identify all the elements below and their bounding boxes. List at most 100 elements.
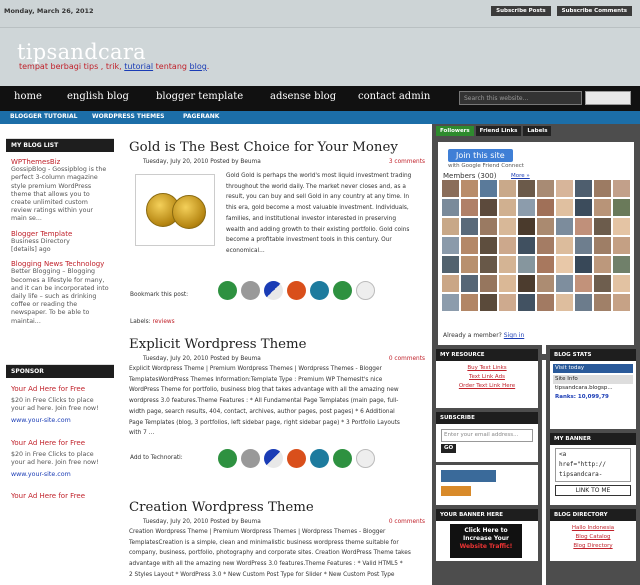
subscribe-go-button[interactable]: GO bbox=[441, 444, 457, 453]
avatar[interactable] bbox=[499, 256, 516, 273]
avatar[interactable] bbox=[594, 294, 611, 311]
nav-home[interactable]: home bbox=[14, 91, 42, 102]
avatar[interactable] bbox=[613, 218, 630, 235]
avatar[interactable] bbox=[461, 237, 478, 254]
sponsor-ad-url[interactable]: www.your-site.com bbox=[11, 471, 109, 479]
avatar[interactable] bbox=[613, 275, 630, 292]
subscribe-posts-link[interactable]: Subscribe Posts bbox=[491, 6, 551, 16]
avatar[interactable] bbox=[518, 199, 535, 216]
avatar[interactable] bbox=[594, 256, 611, 273]
nav-blogger-template[interactable]: blogger template bbox=[156, 91, 243, 102]
avatar[interactable] bbox=[613, 237, 630, 254]
avatar[interactable] bbox=[556, 237, 573, 254]
avatar[interactable] bbox=[480, 237, 497, 254]
digg-icon[interactable] bbox=[241, 281, 260, 300]
avatar[interactable] bbox=[518, 180, 535, 197]
avatar[interactable] bbox=[594, 199, 611, 216]
tab-friend-links[interactable]: Friend Links bbox=[475, 126, 522, 136]
avatar[interactable] bbox=[556, 218, 573, 235]
email-field[interactable]: Enter your email address... bbox=[441, 429, 533, 442]
avatar[interactable] bbox=[480, 218, 497, 235]
avatar[interactable] bbox=[518, 275, 535, 292]
avatar[interactable] bbox=[613, 199, 630, 216]
avatar[interactable] bbox=[442, 275, 459, 292]
subnav-pagerank[interactable]: PAGERANK bbox=[183, 113, 219, 120]
avatar[interactable] bbox=[499, 199, 516, 216]
order-text-link[interactable]: Order Text Link Here bbox=[441, 382, 533, 391]
avatar[interactable] bbox=[613, 256, 630, 273]
avatar[interactable] bbox=[461, 199, 478, 216]
search-input[interactable]: Search this website... bbox=[459, 91, 582, 105]
avatar[interactable] bbox=[480, 275, 497, 292]
digg-icon[interactable] bbox=[241, 449, 260, 468]
avatar[interactable] bbox=[537, 275, 554, 292]
post-title[interactable]: Creation Wordpress Theme bbox=[129, 500, 425, 515]
avatar[interactable] bbox=[537, 294, 554, 311]
technorati-icon[interactable] bbox=[310, 449, 329, 468]
avatar[interactable] bbox=[575, 256, 592, 273]
more-members-link[interactable]: More » bbox=[511, 173, 530, 179]
avatar[interactable] bbox=[556, 275, 573, 292]
avatar[interactable] bbox=[556, 256, 573, 273]
subnav-wordpress-themes[interactable]: WORDPRESS THEMES bbox=[92, 113, 165, 120]
avatar[interactable] bbox=[613, 180, 630, 197]
avatar[interactable] bbox=[480, 180, 497, 197]
avatar[interactable] bbox=[594, 218, 611, 235]
avatar[interactable] bbox=[499, 237, 516, 254]
feedburner-icon[interactable] bbox=[441, 486, 471, 496]
feed-badge-icon[interactable] bbox=[441, 470, 496, 482]
avatar[interactable] bbox=[537, 256, 554, 273]
label-reviews-link[interactable]: reviews bbox=[152, 319, 174, 325]
avatar[interactable] bbox=[556, 294, 573, 311]
avatar[interactable] bbox=[594, 237, 611, 254]
avatar[interactable] bbox=[537, 218, 554, 235]
subscribe-comments-link[interactable]: Subscribe Comments bbox=[556, 6, 632, 16]
avatar[interactable] bbox=[461, 180, 478, 197]
text-link-ads[interactable]: Text Link Ads bbox=[441, 373, 533, 382]
blog-list-item-title[interactable]: Blogger Template bbox=[11, 230, 109, 238]
avatar[interactable] bbox=[556, 199, 573, 216]
avatar[interactable] bbox=[480, 199, 497, 216]
delicious-icon[interactable] bbox=[264, 449, 283, 468]
site-url[interactable]: tipsandcara.blogsp... bbox=[553, 384, 633, 393]
stumbleupon-icon[interactable] bbox=[218, 281, 237, 300]
tab-followers[interactable]: Followers bbox=[436, 126, 474, 136]
reddit-orange-icon[interactable] bbox=[287, 281, 306, 300]
nav-contact-admin[interactable]: contact admin bbox=[358, 91, 430, 102]
sponsor-ad-url[interactable]: www.your-site.com bbox=[11, 417, 109, 425]
avatar[interactable] bbox=[518, 256, 535, 273]
stumbleupon-icon[interactable] bbox=[218, 449, 237, 468]
avatar[interactable] bbox=[537, 199, 554, 216]
sponsor-ad-title[interactable]: Your Ad Here for Free bbox=[11, 491, 109, 501]
directory-link[interactable]: Hallo Indonesia bbox=[555, 524, 631, 533]
traffic-banner-ad[interactable]: Click Here to Increase Your Website Traffi… bbox=[450, 524, 522, 558]
post-title[interactable]: Gold is The Best Choice for Your Money bbox=[129, 140, 425, 155]
avatar[interactable] bbox=[461, 294, 478, 311]
reddit-alien-icon[interactable] bbox=[356, 281, 375, 300]
avatar[interactable] bbox=[537, 180, 554, 197]
avatar[interactable] bbox=[518, 237, 535, 254]
avatar[interactable] bbox=[575, 218, 592, 235]
tab-labels[interactable]: Labels bbox=[523, 126, 552, 136]
subnav-blogger-tutorial[interactable]: BLOGGER TUTORIAL bbox=[10, 113, 77, 120]
tutorial-link[interactable]: tutorial bbox=[124, 62, 153, 71]
sponsor-ad-title[interactable]: Your Ad Here for Free bbox=[11, 438, 109, 448]
avatar[interactable] bbox=[518, 218, 535, 235]
avatar[interactable] bbox=[442, 294, 459, 311]
avatar[interactable] bbox=[556, 180, 573, 197]
sign-in-link[interactable]: Sign in bbox=[504, 332, 524, 339]
avatar[interactable] bbox=[442, 237, 459, 254]
avatar[interactable] bbox=[537, 237, 554, 254]
directory-link[interactable]: Blog Catalog bbox=[555, 533, 631, 542]
avatar[interactable] bbox=[518, 294, 535, 311]
blog-list-item-title[interactable]: Blogging News Technology bbox=[11, 260, 109, 268]
avatar[interactable] bbox=[594, 180, 611, 197]
post-title[interactable]: Explicit Wordpress Theme bbox=[129, 337, 425, 352]
post-comments-link[interactable]: 0 comments bbox=[389, 356, 425, 362]
avatar[interactable] bbox=[461, 256, 478, 273]
reddit-alien-icon[interactable] bbox=[356, 449, 375, 468]
avatar[interactable] bbox=[594, 275, 611, 292]
search-button[interactable] bbox=[585, 91, 631, 105]
avatar[interactable] bbox=[461, 275, 478, 292]
technorati-icon[interactable] bbox=[310, 281, 329, 300]
